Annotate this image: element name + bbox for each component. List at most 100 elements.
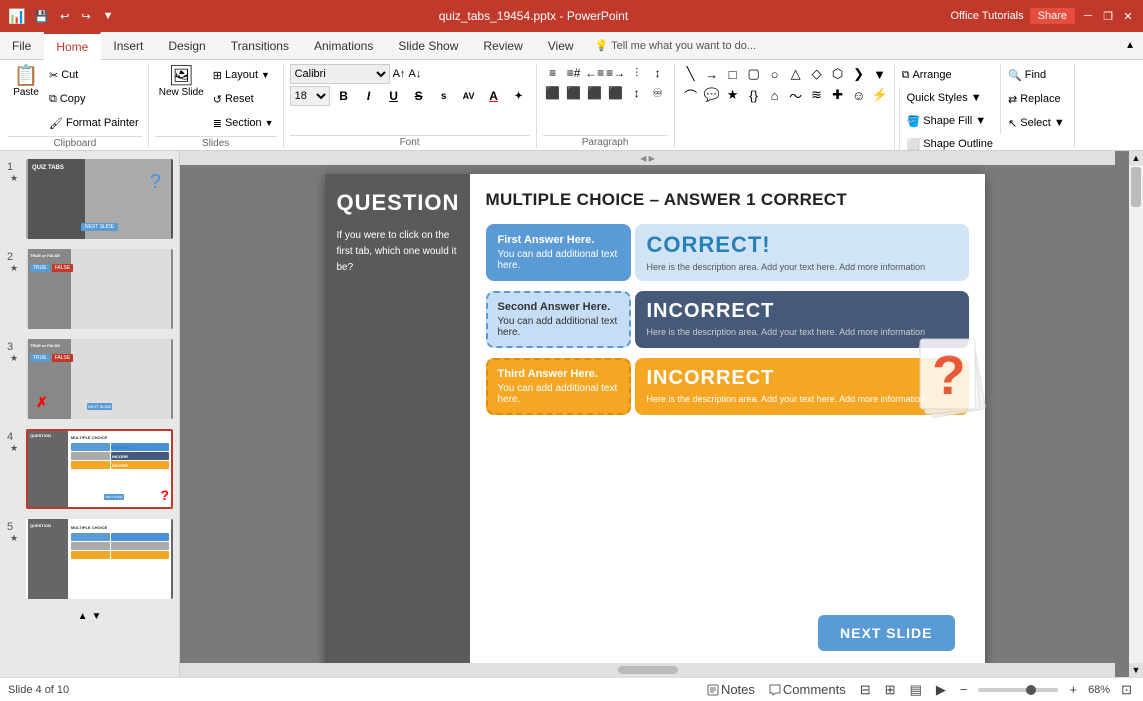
layout-button[interactable]: ⊞ Layout ▼	[210, 64, 277, 86]
tab-insert[interactable]: Insert	[101, 32, 156, 60]
h-scrollbar-bottom[interactable]	[180, 663, 1115, 677]
font-size-select[interactable]: 18	[290, 86, 330, 106]
collapse-ribbon-btn[interactable]: ▲	[1117, 32, 1143, 59]
replace-button[interactable]: ⇄ Replace	[1005, 88, 1068, 110]
shape-line[interactable]: ╲	[681, 64, 701, 84]
customize-btn[interactable]: ▼	[100, 9, 117, 23]
scroll-down-btn[interactable]: ▼	[1129, 663, 1143, 677]
restore-btn[interactable]: ❐	[1101, 9, 1115, 23]
shape-arrow[interactable]: →	[702, 64, 722, 84]
align-right-button[interactable]: ⬛	[585, 84, 605, 102]
shape-more[interactable]: ▼	[870, 64, 890, 84]
slide-thumb-1[interactable]: 1 ★ QUIZ TABS NEXT SLIDE ?	[4, 157, 175, 241]
shape-star[interactable]: ★	[723, 85, 743, 105]
shape-oval[interactable]: ○	[765, 64, 785, 84]
cut-button[interactable]: ✂ Cut	[46, 64, 142, 86]
comments-btn[interactable]: Comments	[766, 682, 849, 697]
strikethrough-button[interactable]: S	[408, 86, 430, 106]
slide-panel-scroll-up[interactable]: ▲	[78, 611, 88, 622]
redo-btn[interactable]: ↪	[78, 9, 93, 24]
line-spacing-button[interactable]: ↕	[627, 84, 647, 102]
select-button[interactable]: ↖ Select ▼	[1005, 112, 1068, 134]
copy-button[interactable]: ⧉ Copy	[46, 88, 142, 110]
slide-thumb-3[interactable]: 3 ★ TRUE or FALSE TRUE FALSE ✗ NEXT SLID…	[4, 337, 175, 421]
shape-rounded-rect[interactable]: ▢	[744, 64, 764, 84]
slideshow-btn[interactable]: ▶	[933, 682, 949, 698]
reading-view-btn[interactable]: ▤	[907, 682, 925, 698]
font-color-button[interactable]: A	[483, 86, 505, 106]
format-painter-button[interactable]: 🖌 Format Painter	[46, 112, 142, 134]
shape-bracket[interactable]: {}	[744, 85, 764, 105]
shape-wave[interactable]: ≋	[807, 85, 827, 105]
char-spacing-button[interactable]: AV	[458, 86, 480, 106]
shape-hexagon[interactable]: ⬡	[828, 64, 848, 84]
h-scrollbar[interactable]: ◀ ▶	[180, 151, 1115, 165]
shape-rect[interactable]: □	[723, 64, 743, 84]
zoom-slider[interactable]	[978, 688, 1058, 692]
font-name-select[interactable]: Calibri	[290, 64, 390, 84]
section-button[interactable]: ≣ Section ▼	[210, 112, 277, 134]
shape-callout[interactable]: 💬	[702, 85, 722, 105]
slide-img-4[interactable]: QUESTION MULTIPLE CHOICE CORRECT! INCORR…	[26, 429, 173, 509]
bold-button[interactable]: B	[333, 86, 355, 106]
slide-img-5[interactable]: QUESTION MULTIPLE CHOICE	[26, 519, 173, 599]
columns-button[interactable]: ⫶	[627, 64, 647, 82]
shape-curve[interactable]: 〜	[786, 85, 806, 105]
zoom-in-btn[interactable]: +	[1066, 682, 1080, 697]
quick-styles-button[interactable]: Quick Styles ▼	[904, 87, 996, 109]
tab-review[interactable]: Review	[471, 32, 535, 60]
tab-view[interactable]: View	[536, 32, 587, 60]
clear-format-button[interactable]: ✦	[508, 86, 530, 106]
align-left-button[interactable]: ⬛	[543, 84, 563, 102]
numbering-button[interactable]: ≡#	[564, 64, 584, 82]
scroll-up-btn[interactable]: ▲	[1129, 151, 1143, 165]
tab-animations[interactable]: Animations	[302, 32, 386, 60]
zoom-out-btn[interactable]: −	[957, 682, 971, 697]
tab-transitions[interactable]: Transitions	[219, 32, 302, 60]
shape-chevron[interactable]: ❯	[849, 64, 869, 84]
shadow-button[interactable]: s	[433, 86, 455, 106]
answer-box-2[interactable]: Second Answer Here. You can add addition…	[486, 291, 631, 348]
reset-button[interactable]: ↺ Reset	[210, 88, 277, 110]
bullets-button[interactable]: ≡	[543, 64, 563, 82]
shape-cross[interactable]: ✚	[828, 85, 848, 105]
share-btn[interactable]: Share	[1030, 8, 1075, 24]
shape-smiley[interactable]: ☺	[849, 85, 869, 105]
paste-button[interactable]: 📋 Paste	[8, 64, 44, 101]
shape-triangle[interactable]: △	[786, 64, 806, 84]
tab-home[interactable]: Home	[44, 32, 101, 60]
notes-btn[interactable]: Notes	[704, 682, 758, 697]
fit-slide-btn[interactable]: ⊡	[1118, 682, 1135, 698]
slide-img-3[interactable]: TRUE or FALSE TRUE FALSE ✗ NEXT SLIDE	[26, 339, 173, 419]
indent-more-button[interactable]: ≡→	[606, 64, 626, 82]
slide-img-1[interactable]: QUIZ TABS NEXT SLIDE ?	[26, 159, 173, 239]
text-direction-button[interactable]: ↕	[648, 64, 668, 82]
tab-slideshow[interactable]: Slide Show	[386, 32, 471, 60]
smart-art-button[interactable]: ♾	[648, 84, 668, 102]
undo-btn[interactable]: ↩	[57, 9, 72, 24]
slide-thumb-4[interactable]: 4 ★ QUESTION MULTIPLE CHOICE CORRECT! IN…	[4, 427, 175, 511]
shape-lightning[interactable]: ⚡	[870, 85, 890, 105]
underline-button[interactable]: U	[383, 86, 405, 106]
italic-button[interactable]: I	[358, 86, 380, 106]
find-button[interactable]: 🔍 Find	[1005, 64, 1068, 86]
align-center-button[interactable]: ⬛	[564, 84, 584, 102]
tab-file[interactable]: File	[0, 32, 44, 60]
answer-box-3[interactable]: Third Answer Here. You can add additiona…	[486, 358, 631, 415]
tell-me-box[interactable]: 💡 Tell me what you want to do...	[587, 32, 1118, 59]
shape-bent[interactable]: ⌒	[681, 85, 701, 105]
indent-less-button[interactable]: ←≡	[585, 64, 605, 82]
minimize-btn[interactable]: ─	[1081, 9, 1095, 23]
slide-sorter-btn[interactable]: ⊞	[882, 682, 899, 698]
scroll-thumb[interactable]	[1131, 167, 1141, 207]
slide-thumb-5[interactable]: 5 ★ QUESTION MULTIPLE CHOICE	[4, 517, 175, 601]
next-slide-button[interactable]: NEXT SLIDE	[818, 615, 954, 651]
shape-diamond[interactable]: ◇	[807, 64, 827, 84]
office-tutorials-btn[interactable]: Office Tutorials	[950, 10, 1023, 22]
justify-button[interactable]: ⬛	[606, 84, 626, 102]
normal-view-btn[interactable]: ⊟	[857, 682, 874, 698]
shape-fill-button[interactable]: 🪣 Shape Fill ▼	[904, 110, 996, 132]
new-slide-button[interactable]: 🖼 New Slide	[155, 64, 208, 101]
answer-box-1[interactable]: First Answer Here. You can add additiona…	[486, 224, 631, 282]
slide-thumb-2[interactable]: 2 ★ TRUE or FALSE TRUE FALSE	[4, 247, 175, 331]
